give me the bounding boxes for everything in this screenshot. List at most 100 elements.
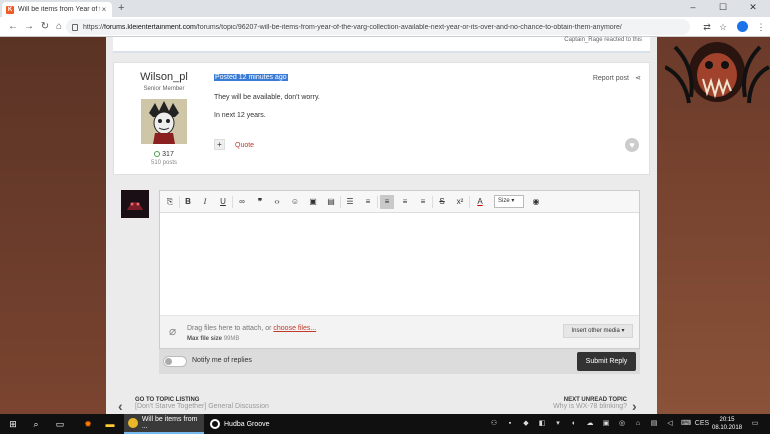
- task-view-icon[interactable]: ▭: [52, 414, 68, 434]
- numbered-list-icon[interactable]: ≡: [361, 195, 375, 209]
- bullet-list-icon[interactable]: ☰: [343, 195, 357, 209]
- file-explorer-icon[interactable]: ▬: [102, 414, 118, 434]
- text-color-icon[interactable]: A: [473, 195, 487, 209]
- notify-toggle[interactable]: [163, 356, 187, 367]
- translate-icon[interactable]: ⇄: [700, 20, 714, 34]
- previous-post: Captain_Rage reacted to this: [113, 37, 650, 53]
- heart-reaction-icon[interactable]: ♥: [625, 138, 639, 152]
- code-icon[interactable]: ‹›: [270, 195, 284, 209]
- underline-icon[interactable]: U: [216, 195, 230, 209]
- avatar[interactable]: [141, 99, 187, 144]
- font-size-select[interactable]: Size ▾: [494, 195, 524, 208]
- tray-app-icon[interactable]: ⌂: [632, 414, 644, 434]
- emoji-icon[interactable]: ☺: [288, 195, 302, 209]
- browser-tab[interactable]: K Will be items from Year of the V... ×: [2, 2, 112, 17]
- new-tab-icon[interactable]: +: [118, 2, 124, 14]
- windows-start-icon[interactable]: ⊞: [0, 414, 26, 434]
- people-icon[interactable]: ⚇: [488, 414, 500, 434]
- reload-icon[interactable]: ↻: [38, 20, 52, 34]
- drag-text: Drag files here to attach, or choose fil…: [187, 325, 317, 332]
- windows-taskbar: ⊞ ⌕ ▭ ✹ ▬ Will be items from ... Hudba G…: [0, 414, 770, 434]
- address-toolbar: ← → ↻ ⌂ https://forums.kleientertainment…: [0, 17, 770, 37]
- chrome-icon: [128, 418, 138, 428]
- spider-artwork-icon: [665, 42, 770, 104]
- browser-tab-bar: K Will be items from Year of the V... × …: [0, 0, 770, 17]
- avast-icon[interactable]: ✹: [80, 414, 96, 434]
- taskbar-chrome[interactable]: Will be items from ...: [124, 414, 204, 434]
- align-center-icon[interactable]: ≡: [398, 195, 412, 209]
- reply-footer: Notify me of replies Submit Reply: [159, 349, 640, 374]
- tray-app-icon[interactable]: ◧: [536, 414, 548, 434]
- lock-icon: [72, 23, 78, 31]
- bold-icon[interactable]: B: [181, 195, 195, 209]
- volume-icon[interactable]: ◁: [664, 414, 676, 434]
- tab-close-icon[interactable]: ×: [100, 5, 108, 14]
- forward-icon[interactable]: →: [22, 20, 36, 34]
- url-text: https://forums.kleientertainment.com/for…: [83, 23, 622, 31]
- tray-app-icon[interactable]: ◐: [568, 414, 580, 434]
- chevron-right-icon[interactable]: ›: [632, 398, 637, 414]
- chevron-left-icon[interactable]: ‹: [118, 398, 123, 414]
- bookmark-star-icon[interactable]: ☆: [716, 20, 730, 34]
- menu-kebab-icon[interactable]: ⋮: [754, 20, 768, 34]
- insert-media-button[interactable]: Insert other media ▾: [563, 324, 633, 338]
- profile-avatar[interactable]: [737, 21, 748, 32]
- report-post-link[interactable]: Report post: [593, 75, 629, 82]
- back-icon[interactable]: ←: [6, 20, 20, 34]
- topic-listing-link[interactable]: GO TO TOPIC LISTING [Don't Starve Togeth…: [135, 397, 269, 410]
- tray-app-icon[interactable]: ▪: [504, 414, 516, 434]
- network-icon[interactable]: ▤: [648, 414, 660, 434]
- submit-reply-button[interactable]: Submit Reply: [577, 352, 636, 371]
- author-name[interactable]: Wilson_pl: [114, 71, 214, 83]
- post-date[interactable]: Posted 12 minutes ago: [214, 74, 288, 81]
- strikethrough-icon[interactable]: S: [435, 195, 449, 209]
- tray-app-icon[interactable]: ◎: [616, 414, 628, 434]
- italic-icon[interactable]: I: [198, 195, 212, 209]
- quote-link[interactable]: Quote: [235, 142, 254, 149]
- tab-title: Will be items from Year of the V...: [18, 6, 100, 13]
- tray-app-icon[interactable]: ▣: [600, 414, 612, 434]
- paperclip-icon: ⌀: [169, 324, 177, 338]
- notifications-icon[interactable]: ▭: [748, 414, 762, 434]
- superscript-icon[interactable]: x²: [453, 195, 467, 209]
- reputation-icon: [154, 151, 161, 157]
- search-icon[interactable]: ⌕: [28, 414, 44, 434]
- preview-eye-icon[interactable]: ◉: [529, 195, 543, 209]
- tray-app-icon[interactable]: ☁: [584, 414, 596, 434]
- forum-post: Wilson_pl Senior Member 317 510 posts Po…: [113, 62, 650, 175]
- tray-app-icon[interactable]: ◆: [520, 414, 532, 434]
- share-icon[interactable]: ⋖: [635, 74, 641, 82]
- align-right-icon[interactable]: ≡: [416, 195, 430, 209]
- multiquote-button[interactable]: +: [214, 139, 225, 150]
- post-count: 510 posts: [150, 160, 178, 166]
- groove-music-icon: [210, 419, 220, 429]
- reply-textarea[interactable]: [160, 213, 639, 315]
- tray-app-icon[interactable]: ▾: [552, 414, 564, 434]
- image-icon[interactable]: ▣: [306, 195, 320, 209]
- editor-toolbar: ⎘ B I U ∞ ❞ ‹› ☺ ▣ ▤ ☰ ≡ ≡ ≡ ≡ S x² A Si…: [160, 191, 639, 213]
- attach-area[interactable]: ⌀ Drag files here to attach, or choose f…: [160, 315, 639, 348]
- choose-files-link[interactable]: choose files...: [273, 325, 316, 332]
- notify-label: Notify me of replies: [192, 357, 252, 364]
- wilson-avatar-icon: [141, 99, 187, 144]
- home-icon[interactable]: ⌂: [52, 20, 66, 34]
- keyboard-icon[interactable]: ⌨: [680, 414, 692, 434]
- next-unread-topic-link[interactable]: NEXT UNREAD TOPIC Why is WX-78 blinking?: [540, 397, 627, 410]
- close-window-icon[interactable]: ✕: [738, 0, 768, 14]
- language-indicator[interactable]: CES: [694, 414, 710, 434]
- align-left-icon[interactable]: ≡: [380, 195, 394, 209]
- post-line: They will be available, don't worry.: [214, 94, 320, 101]
- page-background-left: [0, 37, 106, 414]
- reputation: 317: [114, 151, 214, 158]
- reacted-text[interactable]: Captain_Rage reacted to this: [564, 37, 642, 43]
- maximize-icon[interactable]: ☐: [708, 0, 738, 14]
- clock[interactable]: 20:15 08.10.2018: [712, 416, 742, 432]
- post-author: Wilson_pl Senior Member 317 510 posts: [114, 63, 214, 174]
- quote-icon[interactable]: ❞: [253, 195, 267, 209]
- link-icon[interactable]: ∞: [235, 195, 249, 209]
- spoiler-icon[interactable]: ▤: [324, 195, 338, 209]
- source-icon[interactable]: ⎘: [163, 195, 177, 209]
- minimize-icon[interactable]: –: [678, 0, 708, 14]
- url-bar[interactable]: https://forums.kleientertainment.com/for…: [66, 19, 690, 35]
- taskbar-groove[interactable]: Hudba Groove: [206, 414, 286, 434]
